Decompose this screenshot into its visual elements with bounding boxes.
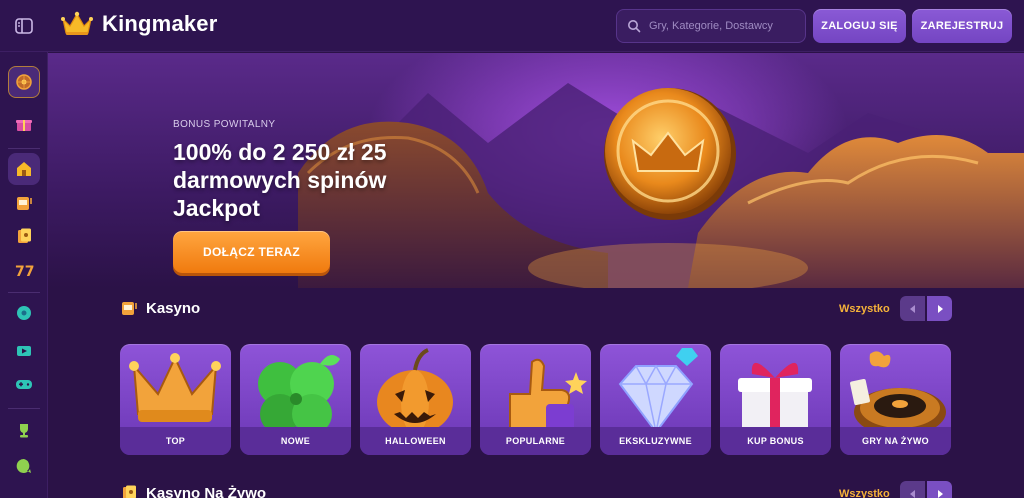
sidebar-item-wheel[interactable] [8,66,40,98]
gift-icon [16,120,32,131]
category-tile-live-games[interactable]: GRY NA ŻYWO [840,344,951,455]
trophy-icon [20,424,28,438]
chevron-left-icon [909,489,915,498]
casino-carousel-nav [900,296,952,321]
ball-icon [17,306,31,320]
tile-label: HALLOWEEN [385,436,446,446]
casino-section-header: Kasyno [120,296,200,320]
home-icon [17,162,31,176]
crown-logo-icon [61,11,93,35]
tile-label: GRY NA ŻYWO [862,436,929,446]
sidebar-toggle-icon[interactable] [14,16,34,36]
sidebar-item-tournaments[interactable] [8,415,40,447]
live-casino-carousel-nav [900,481,952,498]
tile-label: EKSKLUZYWNE [619,436,692,446]
category-tile-new[interactable]: NOWE [240,344,351,455]
tile-label: NOWE [280,436,311,446]
sidebar-item-gift[interactable] [8,108,40,140]
brand-name: Kingmaker [102,11,218,36]
live-casino-section-title: Kasyno Na Żywo [146,484,267,498]
chat-icon [16,458,31,473]
register-button[interactable]: ZAREJESTRUJ [912,9,1012,43]
slot-machine-icon [122,302,137,315]
svg-text:77: 77 [15,264,34,279]
gamepad-icon [16,380,32,389]
wheel-icon [16,74,32,90]
hero-content: BONUS POWITALNY 100% do 2 250 zł 25 darm… [173,119,433,222]
chevron-right-icon [937,489,943,498]
sidebar-item-games[interactable] [8,368,40,400]
category-tile-popular[interactable]: POPULARNE [480,344,591,455]
search-icon [628,20,641,33]
hero-title: 100% do 2 250 zł 25 darmowych spinów Jac… [173,139,387,221]
tile-label: POPULARNE [505,436,566,446]
category-tile-halloween[interactable]: HALLOWEEN [360,344,471,455]
login-button[interactable]: ZALOGUJ SIĘ [813,9,906,43]
casino-section-title: Kasyno [146,299,201,317]
carousel-prev-button[interactable] [900,296,925,321]
casino-see-all-link[interactable]: Wszystko [839,303,890,315]
carousel-prev-button[interactable] [900,481,925,498]
hero-banner[interactable]: BONUS POWITALNY 100% do 2 250 zł 25 darm… [48,53,1024,288]
tile-label: TOP [165,436,186,446]
chevron-right-icon [937,304,943,313]
cards-icon [18,228,31,243]
search-box[interactable] [616,9,806,43]
tile-label: KUP BONUS [747,436,804,446]
sevens-icon: 77 [15,264,34,279]
carousel-next-button[interactable] [927,481,952,498]
sidebar-item-sevens[interactable]: 77 [8,254,40,286]
category-tile-top[interactable]: TOP [120,344,231,455]
slot-machine-icon [17,197,32,210]
top-header: Kingmaker ZALOGUJ SIĘ ZAREJESTRUJ [0,0,1024,52]
category-tile-exclusive[interactable]: EKSKLUZYWNE [600,344,711,455]
sidebar: 77 [0,52,48,498]
join-now-button[interactable]: DOŁĄCZ TERAZ [173,231,330,273]
carousel-next-button[interactable] [927,296,952,321]
sidebar-item-live[interactable] [8,335,40,367]
chevron-left-icon [909,304,915,313]
live-video-icon [17,346,31,356]
sidebar-item-sport[interactable] [8,297,40,329]
sidebar-item-slots[interactable] [8,187,40,219]
cards-icon [123,485,136,498]
sidebar-item-chat[interactable] [8,450,40,482]
live-casino-see-all-link[interactable]: Wszystko [839,488,890,498]
hero-subtitle: BONUS POWITALNY [173,119,276,130]
sidebar-item-cards[interactable] [8,220,40,252]
brand-logo[interactable]: Kingmaker [60,11,218,37]
search-input[interactable] [649,20,799,32]
sidebar-item-home[interactable] [8,153,40,185]
live-casino-section-header: Kasyno Na Żywo [120,481,266,498]
category-tile-buy-bonus[interactable]: KUP BONUS [720,344,831,455]
